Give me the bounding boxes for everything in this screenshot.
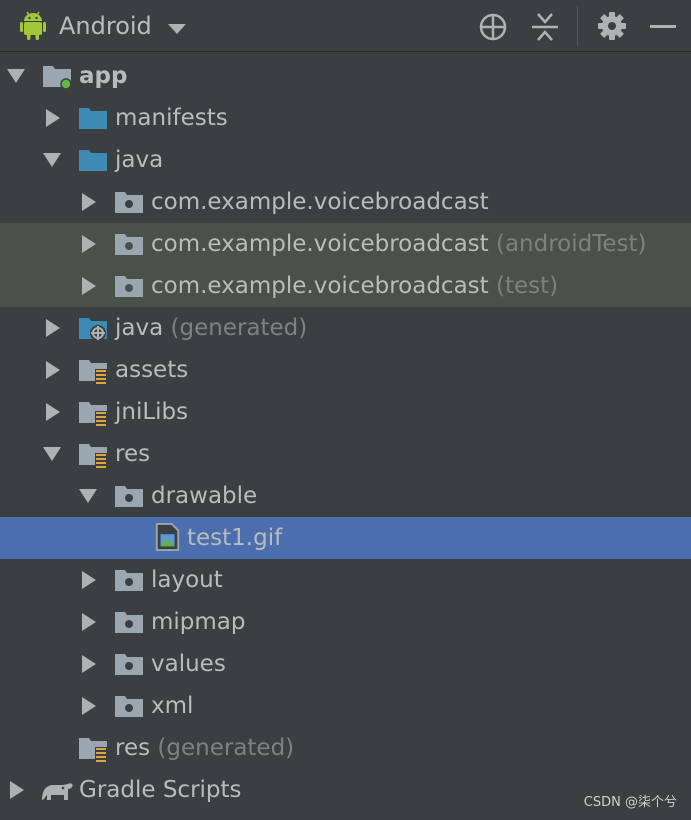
collapse-all-icon[interactable]: [532, 12, 558, 42]
tree-row-app[interactable]: app: [0, 55, 691, 97]
tree-row-java[interactable]: java: [0, 139, 691, 181]
tree-row-assets[interactable]: assets: [0, 349, 691, 391]
tree-label: values: [151, 651, 226, 677]
tree-label: app: [79, 63, 128, 89]
tree-label: com.example.voicebroadcast: [151, 231, 489, 257]
collapsed-arrow-icon[interactable]: [44, 319, 62, 337]
tree-label: mipmap: [151, 609, 246, 635]
folder-icon: [115, 696, 143, 717]
project-toolbar: Android: [0, 0, 691, 52]
tree-label-suffix: (generated): [157, 735, 295, 761]
source-folder-icon: [79, 150, 107, 171]
expanded-arrow-icon[interactable]: [43, 445, 61, 463]
tree-label-suffix: (androidTest): [495, 231, 647, 257]
resource-folder-icon: [79, 402, 107, 426]
tree-label: java: [115, 147, 164, 173]
tree-label: res: [115, 735, 151, 761]
tree-row-manifests[interactable]: manifests: [0, 97, 691, 139]
tree-row-values[interactable]: values: [0, 643, 691, 685]
collapsed-arrow-icon[interactable]: [80, 697, 98, 715]
locate-icon[interactable]: [478, 12, 508, 42]
gear-icon[interactable]: [598, 12, 626, 40]
resource-folder-icon: [79, 444, 107, 468]
collapsed-arrow-icon[interactable]: [80, 277, 98, 295]
collapsed-arrow-icon[interactable]: [44, 109, 62, 127]
tree-row-test1-gif[interactable]: test1.gif: [0, 517, 691, 559]
android-icon: [20, 11, 46, 40]
expanded-arrow-icon[interactable]: [79, 487, 97, 505]
tree-label: res: [115, 441, 151, 467]
module-folder-icon: [43, 66, 72, 90]
watermark: CSDN @柒个兮: [583, 795, 677, 810]
collapsed-arrow-icon[interactable]: [80, 235, 98, 253]
tree-label-suffix: (generated): [170, 315, 308, 341]
toolbar-separator: [577, 6, 578, 46]
tree-label: com.example.voicebroadcast: [151, 273, 489, 299]
minimize-icon[interactable]: [650, 12, 676, 42]
tree-row-package-android-test[interactable]: com.example.voicebroadcast (androidTest): [0, 223, 691, 265]
collapsed-arrow-icon[interactable]: [80, 613, 98, 631]
package-icon: [115, 276, 143, 297]
folder-icon: [115, 612, 143, 633]
resource-folder-icon: [79, 360, 107, 384]
gradle-elephant-icon: [42, 783, 73, 800]
tree-label: jniLibs: [115, 399, 189, 425]
tree-label: manifests: [115, 105, 228, 131]
tree-row-res[interactable]: res: [0, 433, 691, 475]
chevron-down-icon[interactable]: [168, 24, 186, 34]
tree-row-drawable[interactable]: drawable: [0, 475, 691, 517]
folder-icon: [79, 108, 107, 129]
tree-row-res-generated[interactable]: res (generated): [0, 727, 691, 769]
tree-row-package[interactable]: com.example.voicebroadcast: [0, 181, 691, 223]
collapsed-arrow-icon[interactable]: [80, 193, 98, 211]
collapsed-arrow-icon[interactable]: [80, 571, 98, 589]
tree-label: test1.gif: [187, 525, 283, 551]
tree-row-layout[interactable]: layout: [0, 559, 691, 601]
folder-icon: [115, 654, 143, 675]
tree-label: assets: [115, 357, 189, 383]
tree-label: java: [115, 315, 164, 341]
tree-row-package-test[interactable]: com.example.voicebroadcast (test): [0, 265, 691, 307]
tree-row-java-generated[interactable]: java (generated): [0, 307, 691, 349]
expanded-arrow-icon[interactable]: [43, 151, 61, 169]
resource-folder-icon: [79, 738, 107, 762]
tree-label: com.example.voicebroadcast: [151, 189, 489, 215]
tree-label: xml: [151, 693, 194, 719]
package-icon: [115, 192, 143, 213]
tree-label-suffix: (test): [495, 273, 559, 299]
expanded-arrow-icon[interactable]: [7, 67, 25, 85]
view-selector-label[interactable]: Android: [59, 10, 152, 42]
tree-row-jnilibs[interactable]: jniLibs: [0, 391, 691, 433]
folder-icon: [115, 486, 143, 507]
generated-source-folder-icon: [79, 318, 107, 341]
package-icon: [115, 234, 143, 255]
collapsed-arrow-icon[interactable]: [44, 361, 62, 379]
tree-label: Gradle Scripts: [79, 777, 242, 803]
collapsed-arrow-icon[interactable]: [8, 781, 26, 799]
folder-icon: [115, 570, 143, 591]
tree-row-mipmap[interactable]: mipmap: [0, 601, 691, 643]
collapsed-arrow-icon[interactable]: [80, 655, 98, 673]
tree-row-xml[interactable]: xml: [0, 685, 691, 727]
tree-label: drawable: [151, 483, 258, 509]
collapsed-arrow-icon[interactable]: [44, 403, 62, 421]
tree-label: layout: [151, 567, 223, 593]
image-file-icon: [155, 523, 180, 551]
